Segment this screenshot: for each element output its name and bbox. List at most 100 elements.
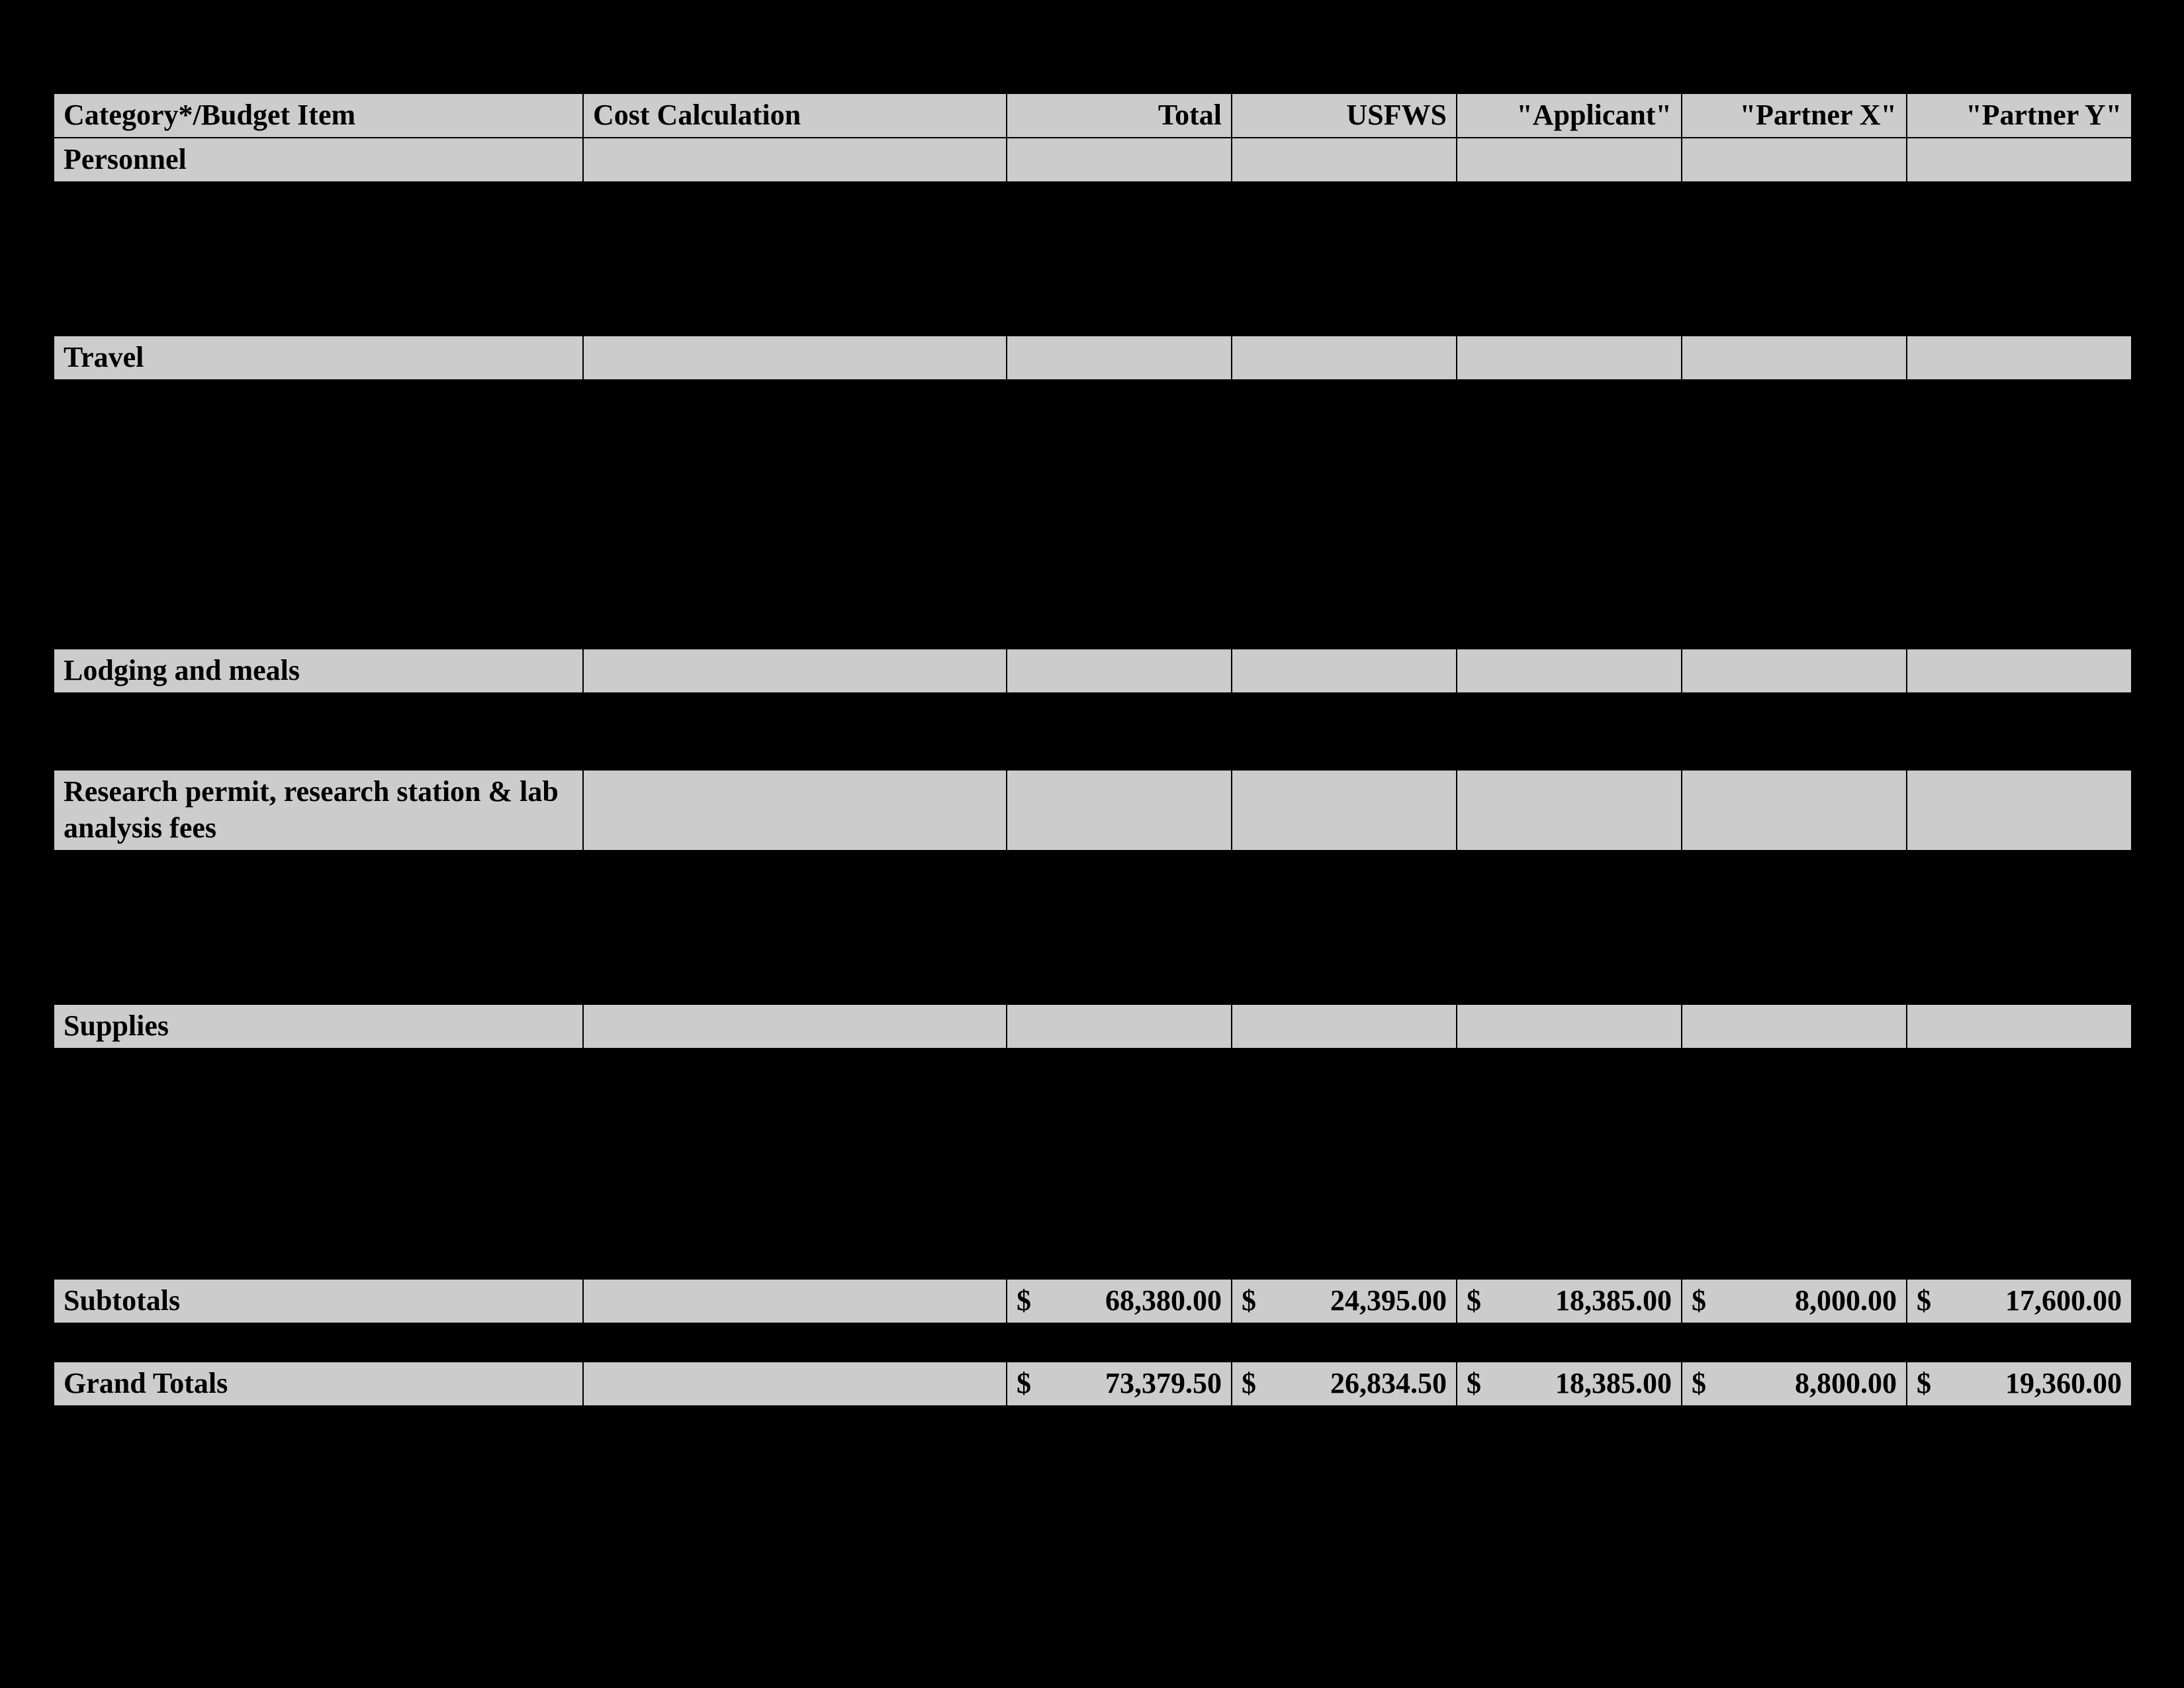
amount: 8,000.00 — [1795, 1282, 1897, 1319]
amount: 73,379.50 — [1105, 1365, 1222, 1401]
currency-symbol: $ — [1017, 1365, 1031, 1401]
table-row — [54, 1049, 2132, 1087]
table-row — [54, 1241, 2132, 1279]
section-cell — [583, 770, 1007, 851]
section-cell — [1232, 770, 1457, 851]
amount: 24,395.00 — [1330, 1282, 1447, 1319]
table-row — [54, 495, 2132, 534]
amount: 19,360.00 — [2005, 1365, 2122, 1401]
table-row — [54, 182, 2132, 220]
col-header: Total — [1007, 93, 1232, 138]
section-cell — [1457, 649, 1682, 693]
subtotals-partnery: $17,600.00 — [1907, 1279, 2132, 1323]
section-cell — [1682, 649, 1907, 693]
amount: 68,380.00 — [1105, 1282, 1222, 1319]
section-cell — [1907, 770, 2132, 851]
subtotals-label: Subtotals — [64, 1284, 180, 1317]
money-cell: $26,834.50 — [1242, 1365, 1447, 1401]
section-cell — [1232, 649, 1457, 693]
amount: 8,800.00 — [1795, 1365, 1897, 1401]
budget-table-container: Category*/Budget Item Cost Calculation Tot… — [53, 93, 2131, 1407]
money-cell: $17,600.00 — [1917, 1282, 2122, 1319]
section-cell — [583, 138, 1007, 182]
table-row — [54, 966, 2132, 1004]
table-header-row: Category*/Budget Item Cost Calculation Tot… — [54, 93, 2132, 138]
table-row — [54, 610, 2132, 649]
money-cell: $8,800.00 — [1692, 1365, 1897, 1401]
section-label-supplies: Supplies — [64, 1009, 169, 1042]
table-row — [54, 259, 2132, 297]
budget-table: Category*/Budget Item Cost Calculation Tot… — [53, 93, 2132, 1407]
col-header: USFWS — [1232, 93, 1457, 138]
grand-cell: Grand Totals — [54, 1362, 583, 1406]
section-cell: Travel — [54, 336, 583, 380]
col-header-applicant: "Applicant" — [1516, 99, 1672, 131]
section-cell: Research permit, research station & lab … — [54, 770, 583, 851]
money-cell: $68,380.00 — [1017, 1282, 1222, 1319]
table-row — [54, 927, 2132, 966]
grand-cell — [583, 1362, 1007, 1406]
subtotals-cell — [583, 1279, 1007, 1323]
section-cell — [1007, 649, 1232, 693]
section-cell — [1907, 336, 2132, 380]
section-cell — [1457, 770, 1682, 851]
section-cell — [1007, 1004, 1232, 1049]
table-row — [54, 457, 2132, 495]
section-label-research: Research permit, research station & lab … — [64, 775, 559, 844]
table-row — [54, 418, 2132, 457]
subtotals-cell: Subtotals — [54, 1279, 583, 1323]
col-header: Cost Calculation — [583, 93, 1007, 138]
currency-symbol: $ — [1467, 1365, 1481, 1401]
section-cell — [1682, 336, 1907, 380]
money-cell: $19,360.00 — [1917, 1365, 2122, 1401]
money-cell: $18,385.00 — [1467, 1365, 1672, 1401]
col-header-partnerx: "Partner X" — [1740, 99, 1897, 131]
col-header: "Applicant" — [1457, 93, 1682, 138]
table-row — [54, 889, 2132, 927]
section-row-supplies: Supplies — [54, 1004, 2132, 1049]
table-row — [54, 1087, 2132, 1125]
grand-partnery: $19,360.00 — [1907, 1362, 2132, 1406]
col-header-usfws: USFWS — [1346, 99, 1447, 131]
col-header: Category*/Budget Item — [54, 93, 583, 138]
money-cell: $73,379.50 — [1017, 1365, 1222, 1401]
section-cell — [1007, 138, 1232, 182]
table-row — [54, 534, 2132, 572]
grand-total: $73,379.50 — [1007, 1362, 1232, 1406]
spacer-row — [54, 1323, 2132, 1362]
col-header-partnery: "Partner Y" — [1966, 99, 2122, 131]
amount: 18,385.00 — [1555, 1282, 1672, 1319]
col-header-cost: Cost Calculation — [593, 99, 801, 131]
col-header-category: Category*/Budget Item — [64, 99, 355, 131]
section-cell — [1457, 336, 1682, 380]
col-header: "Partner X" — [1682, 93, 1907, 138]
section-cell — [583, 649, 1007, 693]
grand-label: Grand Totals — [64, 1367, 228, 1399]
section-cell — [1457, 138, 1682, 182]
subtotals-partnerx: $8,000.00 — [1682, 1279, 1907, 1323]
section-cell: Supplies — [54, 1004, 583, 1049]
money-cell: $8,000.00 — [1692, 1282, 1897, 1319]
section-cell — [1682, 1004, 1907, 1049]
table-row — [54, 1164, 2132, 1202]
grand-usfws: $26,834.50 — [1232, 1362, 1457, 1406]
section-label-lodging: Lodging and meals — [64, 654, 300, 686]
section-label-personnel: Personnel — [64, 143, 187, 175]
currency-symbol: $ — [1692, 1365, 1706, 1401]
section-cell — [1007, 770, 1232, 851]
subtotals-total: $68,380.00 — [1007, 1279, 1232, 1323]
amount: 17,600.00 — [2005, 1282, 2122, 1319]
table-row — [54, 1202, 2132, 1241]
section-label-travel: Travel — [64, 341, 144, 373]
table-row — [54, 731, 2132, 770]
section-row-personnel: Personnel — [54, 138, 2132, 182]
section-cell — [1007, 336, 1232, 380]
amount: 26,834.50 — [1330, 1365, 1447, 1401]
section-cell — [1232, 138, 1457, 182]
currency-symbol: $ — [1692, 1282, 1706, 1319]
section-row-travel: Travel — [54, 336, 2132, 380]
currency-symbol: $ — [1917, 1282, 1931, 1319]
col-header: "Partner Y" — [1907, 93, 2132, 138]
table-row — [54, 1125, 2132, 1164]
section-cell — [1907, 138, 2132, 182]
